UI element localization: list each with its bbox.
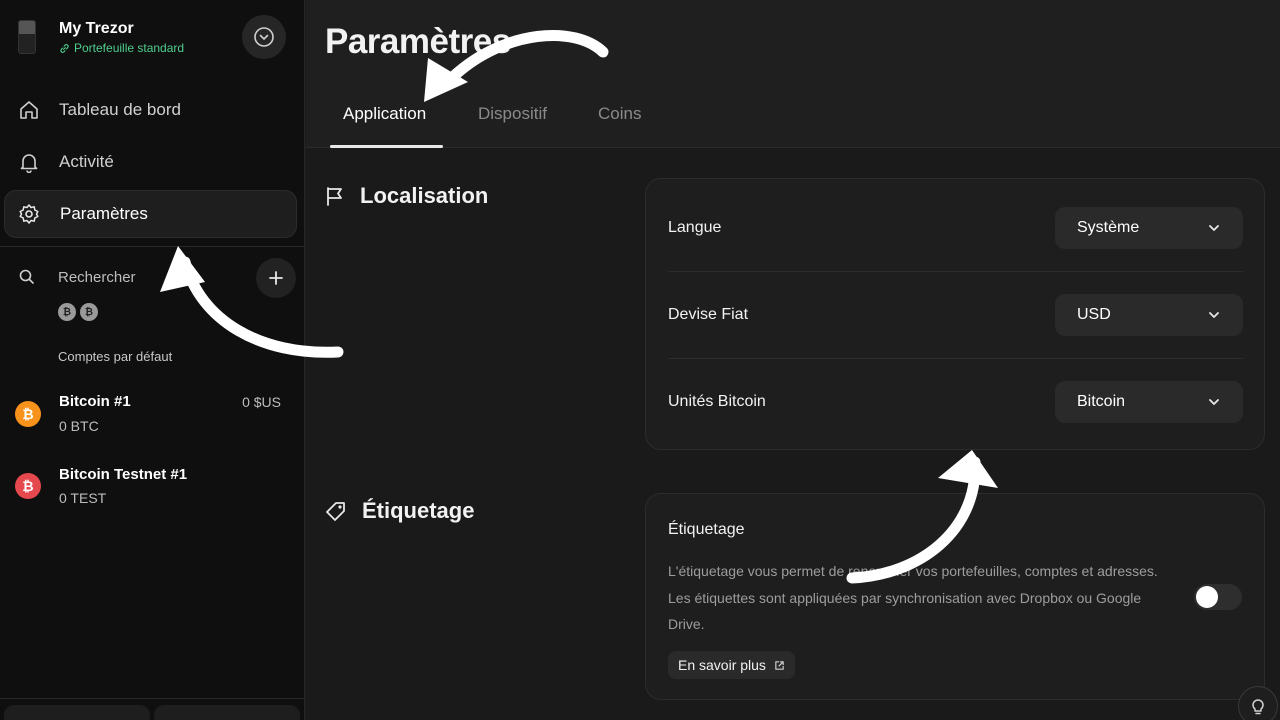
accounts-section-label: Comptes par défaut (58, 349, 173, 364)
device-menu-button[interactable] (242, 15, 286, 59)
active-tab-indicator (330, 145, 443, 148)
bitcoin-units-select[interactable]: Bitcoin (1055, 381, 1243, 423)
chevron-down-circle-icon (254, 27, 274, 47)
setting-label: Devise Fiat (668, 306, 749, 323)
setting-label: Langue (668, 219, 722, 236)
wallet-type-label: Portefeuille standard (74, 41, 185, 55)
nav-item-label: Tableau de bord (59, 100, 181, 119)
section-title-labeling: Étiquetage (324, 498, 474, 524)
account-name: Bitcoin Testnet #1 (59, 466, 188, 483)
main-content: Paramètres Application Dispositif Coins … (306, 0, 1280, 720)
search-label[interactable]: Rechercher (58, 269, 136, 286)
link-icon (60, 43, 69, 53)
learn-more-label: En savoir plus (678, 657, 766, 673)
setting-label: Unités Bitcoin (668, 393, 766, 410)
lightbulb-icon (1252, 699, 1264, 715)
setting-row-bitcoin-units: Unités Bitcoin Bitcoin (668, 358, 1243, 446)
setting-row-language: Langue Système (668, 184, 1243, 272)
nav-item-dashboard[interactable]: Tableau de bord (4, 86, 297, 134)
page-title: Paramètres (325, 22, 511, 61)
account-name: Bitcoin #1 (59, 393, 131, 410)
section-title-label: Étiquetage (362, 498, 475, 523)
account-balance: 0 TEST (59, 490, 107, 506)
device-name: My Trezor (59, 20, 134, 37)
setting-row-fiat-currency: Devise Fiat USD (668, 271, 1243, 359)
page-header: Paramètres Application Dispositif Coins (306, 0, 1280, 148)
bell-icon (20, 154, 38, 173)
trezor-device-icon (18, 20, 36, 54)
account-fiat-balance: 0 $US (242, 394, 281, 410)
sidebar: My Trezor Portefeuille standard Tableau … (0, 0, 305, 720)
add-account-button[interactable] (256, 258, 296, 298)
search-icon (19, 269, 34, 284)
footer-button-left[interactable] (4, 705, 150, 720)
sidebar-footer (0, 698, 305, 720)
localisation-card: Langue Système Devise Fiat USD Unités Bi… (645, 178, 1265, 450)
external-link-icon (775, 660, 784, 670)
gear-icon (19, 204, 39, 224)
wallet-type: Portefeuille standard (59, 41, 184, 55)
labeling-description: L'étiquetage vous permet de renommer vos… (668, 563, 1158, 632)
learn-more-button[interactable]: En savoir plus (668, 651, 795, 679)
flag-icon (327, 187, 342, 206)
tab-device[interactable]: Dispositif (478, 104, 547, 124)
select-value: Bitcoin (1077, 393, 1126, 410)
language-select[interactable]: Système (1055, 207, 1243, 249)
tab-application[interactable]: Application (343, 104, 426, 124)
bitcoin-icon: ₿ (15, 401, 41, 427)
section-title-localisation: Localisation (324, 183, 488, 209)
device-header[interactable]: My Trezor Portefeuille standard (0, 0, 305, 78)
labeling-setting-title: Étiquetage (668, 521, 745, 538)
divider (0, 246, 305, 247)
coin-filter-bitcoin[interactable]: ₿ (58, 303, 76, 321)
fiat-currency-select[interactable]: USD (1055, 294, 1243, 336)
section-title-label: Localisation (360, 183, 489, 208)
nav-item-activity[interactable]: Activité (4, 138, 297, 186)
chevron-down-icon (1209, 225, 1219, 231)
select-value: USD (1077, 306, 1111, 323)
nav-item-label: Paramètres (60, 204, 148, 223)
search-button[interactable] (18, 268, 36, 286)
labeling-card: Étiquetage L'étiquetage vous permet de r… (645, 493, 1265, 700)
select-value: Système (1077, 219, 1140, 236)
footer-button-right[interactable] (154, 705, 300, 720)
plus-icon (269, 271, 283, 285)
toggle-knob (1196, 586, 1218, 608)
home-icon (20, 101, 38, 119)
nav-item-settings[interactable]: Paramètres (4, 190, 297, 238)
nav-item-label: Activité (59, 152, 114, 171)
chevron-down-icon (1209, 312, 1219, 318)
tab-coins[interactable]: Coins (598, 104, 641, 124)
help-button[interactable] (1238, 686, 1278, 720)
tag-icon (326, 502, 345, 521)
coin-filter-bitcoin-testnet[interactable]: ₿ (80, 303, 98, 321)
account-balance: 0 BTC (59, 418, 99, 434)
labeling-toggle[interactable] (1194, 584, 1242, 610)
chevron-down-icon (1209, 399, 1219, 405)
bitcoin-testnet-icon: ₿ (15, 473, 41, 499)
